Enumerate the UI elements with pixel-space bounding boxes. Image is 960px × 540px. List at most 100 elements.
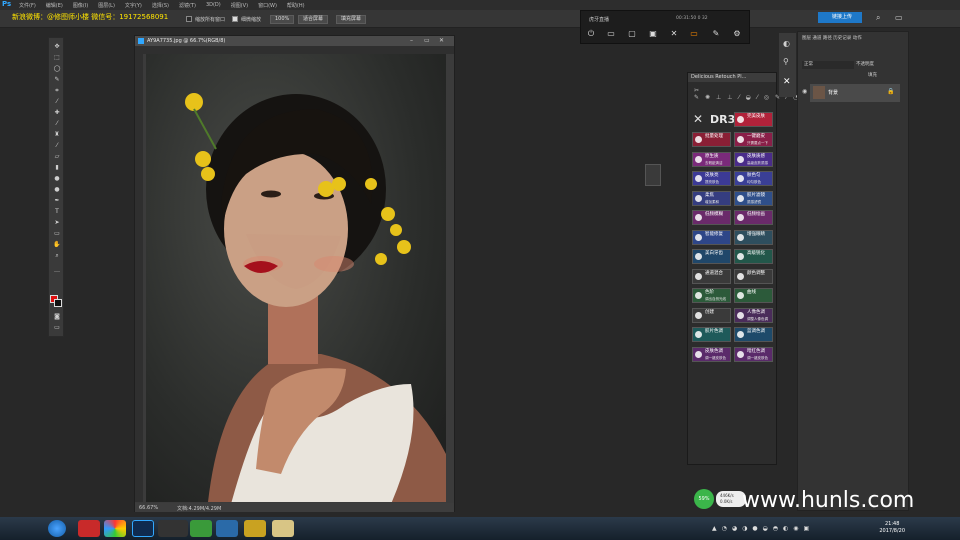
- blend-mode-select[interactable]: 正常: [802, 61, 854, 69]
- retouch-button[interactable]: 低频模糊: [692, 210, 731, 225]
- retouch-panel-title[interactable]: Delicious Retouch Pl...: [688, 73, 776, 82]
- background-color-swatch[interactable]: [54, 299, 62, 307]
- menu-image[interactable]: 图像(I): [68, 2, 93, 9]
- share-upload-button[interactable]: 链接上传: [818, 12, 862, 23]
- retouch-button[interactable]: 胶片滤镜 质感滤镜: [734, 190, 773, 206]
- lock-icon[interactable]: 🔒: [887, 88, 894, 95]
- system-clock[interactable]: 21:48 2017/8/20: [879, 521, 905, 535]
- retouch-button[interactable]: 高级锐化: [734, 249, 773, 264]
- brush-tool-icon[interactable]: ⁄: [53, 121, 61, 127]
- taskbar-wechat-icon[interactable]: [190, 520, 212, 537]
- resize-all-windows-checkbox[interactable]: [186, 16, 192, 22]
- visibility-eye-icon[interactable]: ◉: [802, 88, 807, 95]
- menu-window[interactable]: 窗口(W): [253, 2, 282, 9]
- eyedropper-tool-icon[interactable]: ⁄: [53, 99, 61, 105]
- menu-filter[interactable]: 滤镜(T): [174, 2, 201, 9]
- retouch-button[interactable]: 完美皮肤: [734, 112, 773, 127]
- power-icon[interactable]: ⏻: [586, 29, 596, 39]
- retouch-button[interactable]: 蓝调色调: [734, 327, 773, 342]
- history-brush-tool-icon[interactable]: ⁄: [53, 143, 61, 149]
- color-panel-icon[interactable]: ◐: [783, 39, 790, 48]
- menu-3d[interactable]: 3D(D): [201, 2, 226, 8]
- retouch-button[interactable]: 美白牙齿: [692, 249, 731, 264]
- path-select-tool-icon[interactable]: ➤: [53, 220, 61, 226]
- taskbar-app-7-icon[interactable]: [244, 520, 266, 537]
- retouch-button[interactable]: 色阶 调出自然光线: [692, 288, 731, 303]
- retouch-button[interactable]: 皮肤亮 提亮肤色: [692, 171, 731, 186]
- search-icon[interactable]: ⌕: [876, 13, 880, 23]
- retouch-button[interactable]: 通道混合: [692, 268, 731, 284]
- retouch-button[interactable]: 皮肤色调 调一键皮肤色: [692, 346, 731, 362]
- taskbar-app-2-icon[interactable]: [104, 520, 126, 537]
- close-icon[interactable]: ✕: [439, 37, 444, 44]
- menu-type[interactable]: 文字(Y): [120, 2, 147, 9]
- quick-select-tool-icon[interactable]: ✎: [53, 77, 61, 83]
- close-panel-icon[interactable]: ✕: [783, 77, 791, 87]
- fill-screen-button[interactable]: 填充屏幕: [336, 15, 367, 24]
- message-icon[interactable]: ▢: [627, 29, 637, 39]
- healing-tool-icon[interactable]: ✚: [53, 110, 61, 116]
- retouch-button[interactable]: 柔焦 增加柔和: [692, 190, 731, 206]
- layers-tabs[interactable]: 图层 通道 路径 历史记录 动作: [802, 35, 912, 45]
- chat-icon[interactable]: ▭: [606, 29, 616, 39]
- tray-icons[interactable]: ▲◔◕◑●◒◓◐◉▣: [712, 525, 814, 532]
- retouch-button[interactable]: 曲线: [734, 288, 773, 303]
- settings-icon[interactable]: ⚙: [732, 29, 742, 39]
- screen-mode-icon[interactable]: ▭: [53, 325, 61, 331]
- collapsed-panel-icon[interactable]: [645, 164, 661, 186]
- workspace-icon[interactable]: ▭: [895, 13, 903, 22]
- lasso-tool-icon[interactable]: ◯: [53, 66, 61, 72]
- fit-screen-button[interactable]: 适合屏幕: [298, 15, 329, 24]
- quick-mask-icon[interactable]: ◙: [53, 314, 61, 320]
- photo-canvas[interactable]: [146, 54, 446, 502]
- retouch-button[interactable]: 暗红色调 调一键皮肤色: [734, 346, 773, 362]
- mute-icon[interactable]: ✕: [669, 29, 679, 39]
- scrubby-zoom-checkbox[interactable]: [232, 16, 238, 22]
- dodge-tool-icon[interactable]: ●: [53, 187, 61, 193]
- menu-edit[interactable]: 编辑(E): [41, 2, 68, 9]
- taskbar-app-4-icon[interactable]: [158, 520, 188, 537]
- tools-icon[interactable]: ✎: [711, 29, 721, 39]
- more-tools-icon[interactable]: …: [53, 268, 61, 274]
- zoom-level-readout[interactable]: 66.67%: [139, 505, 158, 511]
- marquee-tool-icon[interactable]: ⬚: [53, 55, 61, 61]
- gradient-tool-icon[interactable]: ▮: [53, 165, 61, 171]
- type-tool-icon[interactable]: T: [53, 209, 61, 215]
- hand-tool-icon[interactable]: ✋: [53, 242, 61, 248]
- taskbar-folder-icon[interactable]: [272, 520, 294, 537]
- adjustments-icon[interactable]: ⚲: [783, 57, 789, 66]
- zoom-100-button[interactable]: 100%: [270, 15, 295, 24]
- zoom-tool-icon[interactable]: ⌕: [53, 253, 61, 259]
- retouch-button[interactable]: 皮肤质感 高级皮肤质感: [734, 151, 773, 167]
- retouch-button[interactable]: 智能修复: [692, 229, 731, 245]
- taskbar-app-6-icon[interactable]: [216, 520, 238, 537]
- retouch-button[interactable]: 胶片色调: [692, 327, 731, 342]
- retouch-button[interactable]: 肤色匀 均匀肤色: [734, 171, 773, 186]
- retouch-button[interactable]: 批量处理: [692, 132, 731, 147]
- retouch-button[interactable]: 颜色调整: [734, 268, 773, 284]
- blur-tool-icon[interactable]: ●: [53, 176, 61, 182]
- pen-tool-icon[interactable]: ✒: [53, 198, 61, 204]
- menu-layer[interactable]: 图层(L): [93, 2, 120, 9]
- retouch-button[interactable]: 增强眼睛: [734, 229, 773, 245]
- menu-view[interactable]: 视图(V): [226, 2, 253, 9]
- retouch-button[interactable]: 人像色调 调整人像色调: [734, 307, 773, 323]
- record-icon[interactable]: ▭: [689, 29, 699, 39]
- menu-file[interactable]: 文件(F): [14, 2, 41, 9]
- move-tool-icon[interactable]: ✥: [53, 44, 61, 50]
- crop-tool-icon[interactable]: ⌗: [53, 88, 61, 94]
- retouch-button[interactable]: 一键磨皮 只需要点一下: [734, 132, 773, 147]
- shape-tool-icon[interactable]: ▭: [53, 231, 61, 237]
- menu-help[interactable]: 帮助(H): [282, 2, 310, 9]
- eraser-tool-icon[interactable]: ▱: [53, 154, 61, 160]
- start-button-icon[interactable]: [48, 520, 66, 537]
- retouch-button[interactable]: 原生质 去瑕疵清洁: [692, 151, 731, 167]
- gift-icon[interactable]: ▣: [648, 29, 658, 39]
- taskbar-photoshop-icon[interactable]: [132, 520, 154, 537]
- retouch-button[interactable]: 低频绘画: [734, 210, 773, 225]
- retouch-tool-icons[interactable]: ✂✎✺⊥⊥⁄◒⁄◎✎⁄◔: [694, 87, 798, 107]
- stamp-tool-icon[interactable]: ♜: [53, 132, 61, 138]
- minimize-icon[interactable]: –: [410, 37, 413, 44]
- document-tab[interactable]: AY9A7735.jpg @ 66.7%(RGB/8) – ▭ ✕: [135, 36, 454, 46]
- retouch-button[interactable]: 创建: [692, 307, 731, 323]
